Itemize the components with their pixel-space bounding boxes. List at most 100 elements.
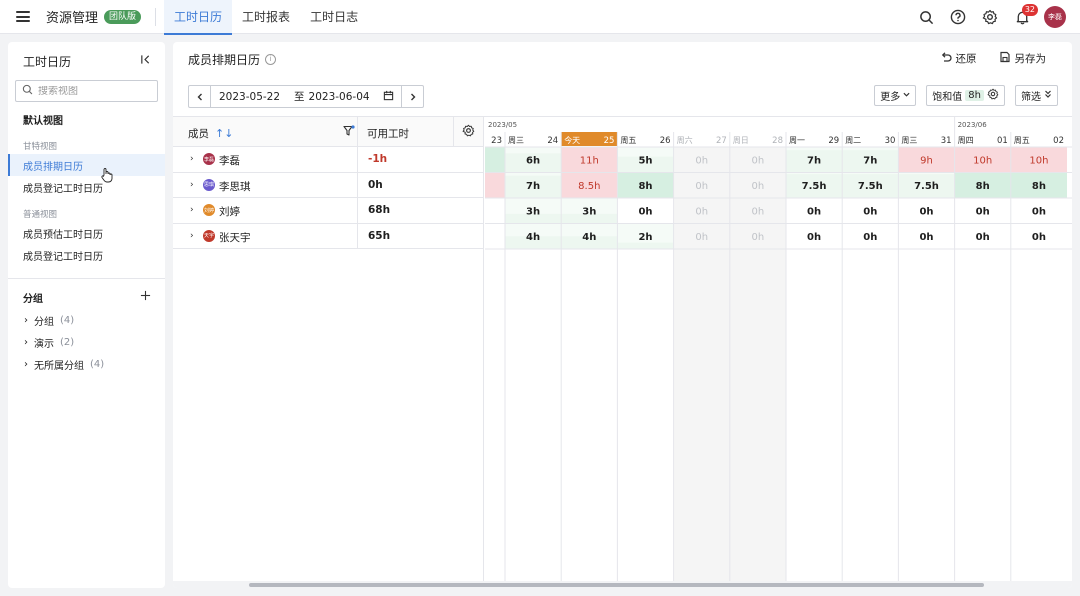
scheduled-hours-value: 5h xyxy=(638,156,652,167)
available-hours-column-label: 可用工时 xyxy=(367,128,409,140)
filter-button[interactable]: 筛选 xyxy=(1015,85,1058,106)
group-label: 无所属分组 xyxy=(34,360,84,372)
previous-period-button[interactable] xyxy=(189,86,211,107)
tab-work-log[interactable]: 工时日志 xyxy=(300,0,368,34)
expand-chevron-icon[interactable]: › xyxy=(190,205,194,215)
save-as-button[interactable]: 另存为 xyxy=(999,51,1047,66)
expand-chevron-icon[interactable]: › xyxy=(190,231,194,241)
month-label: 2023/06 xyxy=(958,121,988,129)
view-search-input[interactable] xyxy=(38,85,148,97)
day-number: 30 xyxy=(885,136,896,146)
member-name: 刘婷 xyxy=(219,206,240,218)
chevron-down-icon xyxy=(903,90,910,101)
member-row[interactable]: › 天宇 张天宇 65h xyxy=(173,223,483,249)
add-group-icon[interactable] xyxy=(140,290,151,304)
member-row[interactable]: › 李磊 李磊 -1h xyxy=(173,147,483,173)
scheduled-hours-value: 0h xyxy=(695,232,708,243)
sidebar-item-member-estimate-calendar[interactable]: 成员预估工时日历 xyxy=(8,222,165,244)
restore-label: 还原 xyxy=(955,53,977,65)
info-icon[interactable]: i xyxy=(265,53,277,65)
sidebar-item-member-logged-calendar[interactable]: 成员登记工时日历 xyxy=(8,176,165,198)
undo-icon xyxy=(940,51,952,66)
group-item[interactable]: › 分组 (4) xyxy=(8,309,165,331)
divider xyxy=(155,7,157,26)
view-search-box[interactable] xyxy=(15,80,158,102)
date-end[interactable]: 2023-06-04 xyxy=(309,91,370,103)
date-start[interactable]: 2023-05-22 xyxy=(219,91,280,103)
next-period-button[interactable] xyxy=(401,86,423,107)
scheduled-hours-value: 11h xyxy=(580,156,599,167)
group-label: 演示 xyxy=(34,338,54,350)
scheduled-hours-value: 4h xyxy=(582,232,596,243)
sidebar-title: 工时日历 xyxy=(23,54,72,69)
help-icon[interactable] xyxy=(948,7,968,27)
collapse-sidebar-icon[interactable] xyxy=(140,54,151,68)
calendar-icon[interactable] xyxy=(383,90,394,104)
hand-cursor-icon xyxy=(100,167,114,186)
scheduled-hours-value: 7.5h xyxy=(858,181,883,192)
member-name: 李思琪 xyxy=(219,180,251,193)
saturation-value: 8h xyxy=(965,90,984,101)
expand-chevron-icon[interactable]: › xyxy=(190,154,194,164)
scheduled-hours-value: 7h xyxy=(807,156,821,167)
scheduled-hours-value: 0h xyxy=(807,207,821,218)
scheduled-hours-value: 8h xyxy=(638,181,652,192)
save-as-label: 另存为 xyxy=(1014,53,1047,65)
tab-work-calendar[interactable]: 工时日历 xyxy=(164,0,233,35)
scheduled-hours-value: 0h xyxy=(919,207,933,218)
expand-chevron-icon[interactable]: › xyxy=(190,180,194,190)
scheduled-hours-value: 0h xyxy=(1032,232,1046,243)
scheduled-hours-value: 3h xyxy=(526,207,540,218)
settings-icon[interactable] xyxy=(980,7,1000,27)
bell-icon[interactable]: 32 xyxy=(1012,4,1038,27)
scheduled-hours-value: 0h xyxy=(752,232,765,243)
scheduled-hours-value: 0h xyxy=(695,181,708,192)
day-number: 24 xyxy=(547,136,558,146)
user-avatar[interactable]: 李磊 xyxy=(1044,6,1066,28)
app-title: 资源管理 xyxy=(46,11,99,26)
sidebar-divider xyxy=(8,278,165,279)
settings-icon[interactable] xyxy=(987,88,999,103)
restore-button[interactable]: 还原 xyxy=(940,51,977,66)
sidebar-item-member-schedule[interactable]: 成员排期日历 xyxy=(8,154,165,176)
day-number: 28 xyxy=(772,136,783,146)
chevron-right-icon: › xyxy=(24,314,28,326)
filter-icon[interactable] xyxy=(343,125,355,140)
member-column-header[interactable]: 成员 ↑↓ xyxy=(188,126,233,141)
member-table-header: 成员 ↑↓ 可用工时 xyxy=(173,117,483,147)
scheduled-hours-value: 0h xyxy=(863,232,877,243)
member-rows: › 李磊 李磊 -1h › 思琪 李思琪 0h › 刘婷 刘婷 68h › 天宇 张天宇 65h xyxy=(173,147,483,249)
scheduled-hours-value: 0h xyxy=(807,232,821,243)
scrollbar-thumb[interactable] xyxy=(249,583,984,587)
more-dropdown[interactable]: 更多 xyxy=(874,85,917,106)
hamburger-menu-icon[interactable] xyxy=(16,11,30,22)
scheduled-hours-value: 0h xyxy=(752,181,765,192)
horizontal-scrollbar[interactable] xyxy=(173,581,1072,588)
day-number: 31 xyxy=(941,136,952,146)
date-range-picker[interactable]: 2023-05-22 至 2023-06-04 xyxy=(188,85,424,108)
day-number: 29 xyxy=(828,136,839,146)
available-hours: 68h xyxy=(368,204,391,216)
weekday-label: 周三 xyxy=(508,136,524,145)
weekday-label: 周一 xyxy=(789,136,805,145)
default-view-item[interactable]: 默认视图 xyxy=(8,108,165,130)
day-number: 01 xyxy=(997,136,1008,146)
member-row[interactable]: › 刘婷 刘婷 68h xyxy=(173,198,483,224)
sort-icon[interactable]: ↑↓ xyxy=(215,127,233,140)
weekday-label: 周二 xyxy=(845,136,861,145)
tab-work-report[interactable]: 工时报表 xyxy=(232,0,300,34)
member-row[interactable]: › 思琪 李思琪 0h xyxy=(173,172,483,198)
sidebar-item-member-logged-calendar-2[interactable]: 成员登记工时日历 xyxy=(8,244,165,266)
scheduled-hours-value: 10h xyxy=(973,156,992,167)
filter-label: 筛选 xyxy=(1021,92,1041,103)
saturation-setting[interactable]: 饱和值 8h xyxy=(926,85,1005,106)
chevron-right-icon: › xyxy=(24,358,28,370)
column-settings-icon[interactable] xyxy=(462,124,475,140)
group-item[interactable]: › 无所属分组 (4) xyxy=(8,353,165,375)
search-icon[interactable] xyxy=(916,7,936,27)
group-item[interactable]: › 演示 (2) xyxy=(8,331,165,353)
member-avatar: 思琪 xyxy=(203,178,215,191)
group-label: 分组 xyxy=(34,316,54,328)
toolbar-right: 更多 饱和值 8h 筛选 xyxy=(874,85,1058,106)
scheduled-hours-value: 9h xyxy=(920,156,933,167)
